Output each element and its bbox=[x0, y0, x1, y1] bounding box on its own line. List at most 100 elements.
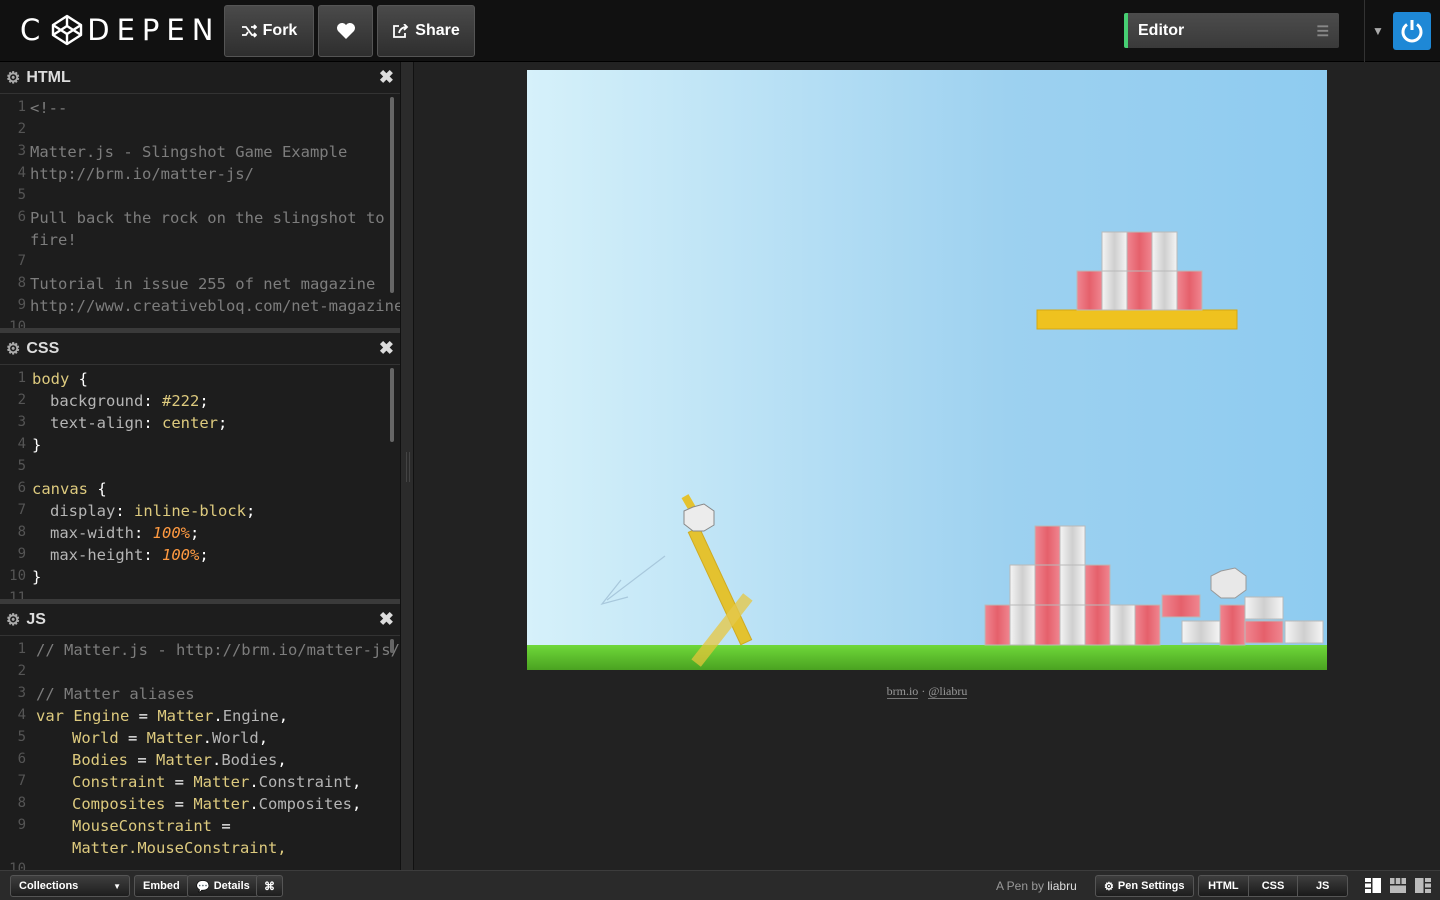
lower-crate-pyramid bbox=[984, 525, 1161, 646]
line-number: 1 bbox=[17, 370, 26, 386]
line-number: 8 bbox=[17, 275, 26, 291]
line-number: 4 bbox=[17, 165, 26, 181]
power-icon[interactable] bbox=[1393, 12, 1431, 50]
floating-platform bbox=[1036, 309, 1238, 330]
scrollbar[interactable] bbox=[390, 368, 394, 442]
css-panel-header: ⚙ CSS ✖ bbox=[0, 333, 400, 365]
gear-icon[interactable]: ⚙ bbox=[6, 610, 20, 630]
html-panel-header: ⚙ HTML ✖ bbox=[0, 62, 400, 94]
css-panel: ⚙ CSS ✖ 1 body { 2 background: #222; 3 t… bbox=[0, 333, 400, 599]
gear-icon[interactable]: ⚙ bbox=[6, 339, 20, 359]
share-label: Share bbox=[415, 22, 460, 39]
js-panel-title: JS bbox=[26, 610, 46, 628]
line-number: 2 bbox=[17, 392, 26, 408]
collections-label: Collections bbox=[19, 880, 79, 892]
layout-right-icon[interactable] bbox=[1415, 878, 1431, 893]
js-panel-header: ⚙ JS ✖ bbox=[0, 604, 400, 636]
layout-top-icon[interactable] bbox=[1390, 878, 1406, 893]
line-number: 10 bbox=[9, 568, 26, 584]
scrollbar[interactable] bbox=[390, 639, 394, 653]
line-number: 1 bbox=[17, 641, 26, 657]
preview-credit: brm.io · @liabru bbox=[527, 684, 1327, 699]
ground bbox=[527, 645, 1327, 670]
pen-settings-button[interactable]: ⚙ Pen Settings bbox=[1095, 875, 1194, 897]
js-code-editor[interactable]: 1 // Matter.js - http://brm.io/matter-js… bbox=[0, 637, 400, 870]
scrollbar[interactable] bbox=[390, 97, 394, 293]
line-number: 6 bbox=[17, 480, 26, 496]
gear-icon[interactable]: ⚙ bbox=[6, 68, 20, 88]
heart-icon bbox=[336, 23, 355, 39]
editor-toggle-group: HTML CSS JS bbox=[1198, 875, 1348, 897]
share-icon bbox=[393, 23, 409, 38]
code-line: Matter.js - Slingshot Game Example bbox=[30, 143, 348, 161]
editor-label: Editor bbox=[1138, 21, 1185, 39]
line-number: 9 bbox=[17, 817, 26, 833]
collections-dropdown[interactable]: Collections ▼ bbox=[10, 875, 130, 897]
caret-down-icon: ▼ bbox=[113, 881, 121, 891]
bottom-bar: Collections ▼ Embed 💬 Details ⌘ A Pen by… bbox=[0, 870, 1440, 900]
embed-label: Embed bbox=[143, 880, 180, 892]
line-number: 5 bbox=[17, 458, 26, 474]
code-line: Composites = Matter.Composites, bbox=[72, 795, 362, 813]
line-number: 10 bbox=[9, 861, 26, 870]
game-scene bbox=[527, 231, 1327, 670]
game-canvas[interactable] bbox=[527, 70, 1327, 670]
menu-icon: ☰ bbox=[1316, 23, 1329, 39]
divider bbox=[1364, 0, 1365, 62]
line-number: 8 bbox=[17, 795, 26, 811]
toggle-html[interactable]: HTML bbox=[1199, 876, 1249, 896]
code-line: } bbox=[32, 436, 42, 454]
code-line: var Engine = Matter.Engine, bbox=[36, 707, 289, 725]
line-number: 11 bbox=[9, 590, 26, 599]
editor-resize-handle[interactable] bbox=[400, 62, 414, 870]
close-icon[interactable]: ✖ bbox=[379, 338, 394, 359]
pen-settings-label: Pen Settings bbox=[1117, 880, 1185, 892]
layout-left-icon[interactable] bbox=[1365, 878, 1381, 893]
line-number: 2 bbox=[17, 121, 26, 137]
codepen-logo[interactable]: C DEPEN bbox=[20, 12, 220, 48]
logo-letter: C bbox=[20, 13, 48, 47]
code-line: text-align: center; bbox=[50, 414, 228, 432]
close-icon[interactable]: ✖ bbox=[379, 67, 394, 88]
top-bar: C DEPEN Fork Share Editor ☰ ▼ bbox=[0, 0, 1440, 62]
line-number: 3 bbox=[17, 685, 26, 701]
toggle-css[interactable]: CSS bbox=[1248, 876, 1299, 896]
code-line: // Matter.js - http://brm.io/matter-js/ bbox=[36, 641, 400, 659]
keyboard-shortcuts-button[interactable]: ⌘ bbox=[256, 875, 283, 897]
details-button[interactable]: 💬 Details bbox=[187, 875, 259, 897]
command-icon: ⌘ bbox=[264, 880, 275, 893]
close-icon[interactable]: ✖ bbox=[379, 609, 394, 630]
layout-switcher bbox=[1365, 878, 1431, 893]
editor-view-selector[interactable]: Editor ☰ bbox=[1124, 13, 1339, 48]
heart-button[interactable] bbox=[318, 5, 373, 57]
code-line: MouseConstraint = bbox=[72, 817, 231, 835]
code-line: canvas { bbox=[32, 480, 107, 498]
css-code-editor[interactable]: 1 body { 2 background: #222; 3 text-alig… bbox=[0, 366, 400, 599]
code-line: http://brm.io/matter-js/ bbox=[30, 165, 254, 183]
html-code-editor[interactable]: 1 <!-- 2 3 Matter.js - Slingshot Game Ex… bbox=[0, 95, 400, 328]
speech-bubble-icon: 💬 bbox=[196, 880, 210, 893]
toggle-js[interactable]: JS bbox=[1298, 876, 1347, 896]
code-line: Pull back the rock on the slingshot to bbox=[30, 209, 385, 227]
code-line: // Matter aliases bbox=[36, 685, 195, 703]
line-number: 1 bbox=[17, 99, 26, 115]
fork-button[interactable]: Fork bbox=[224, 5, 314, 57]
caret-down-icon[interactable]: ▼ bbox=[1372, 24, 1384, 38]
pen-author-name[interactable]: liabru bbox=[1047, 879, 1076, 893]
code-line: Matter.MouseConstraint, bbox=[72, 839, 287, 857]
aim-arrow bbox=[600, 555, 666, 606]
credit-site-link[interactable]: brm.io bbox=[886, 684, 919, 699]
share-button[interactable]: Share bbox=[377, 5, 475, 57]
logo-text: DEPEN bbox=[87, 13, 221, 47]
js-panel: ⚙ JS ✖ 1 // Matter.js - http://brm.io/ma… bbox=[0, 604, 400, 870]
code-line: display: inline-block; bbox=[50, 502, 256, 520]
grip-icon bbox=[406, 452, 410, 482]
code-line: http://www.creativebloq.com/net-magazine bbox=[30, 297, 400, 315]
line-number: 9 bbox=[17, 297, 26, 313]
credit-handle-link[interactable]: @liabru bbox=[928, 684, 968, 699]
code-line: body { bbox=[32, 370, 89, 388]
code-line: max-height: 100%; bbox=[50, 546, 209, 564]
pen-by-prefix: A Pen by bbox=[996, 879, 1045, 893]
code-line: World = Matter.World, bbox=[72, 729, 269, 747]
embed-button[interactable]: Embed bbox=[134, 875, 189, 897]
